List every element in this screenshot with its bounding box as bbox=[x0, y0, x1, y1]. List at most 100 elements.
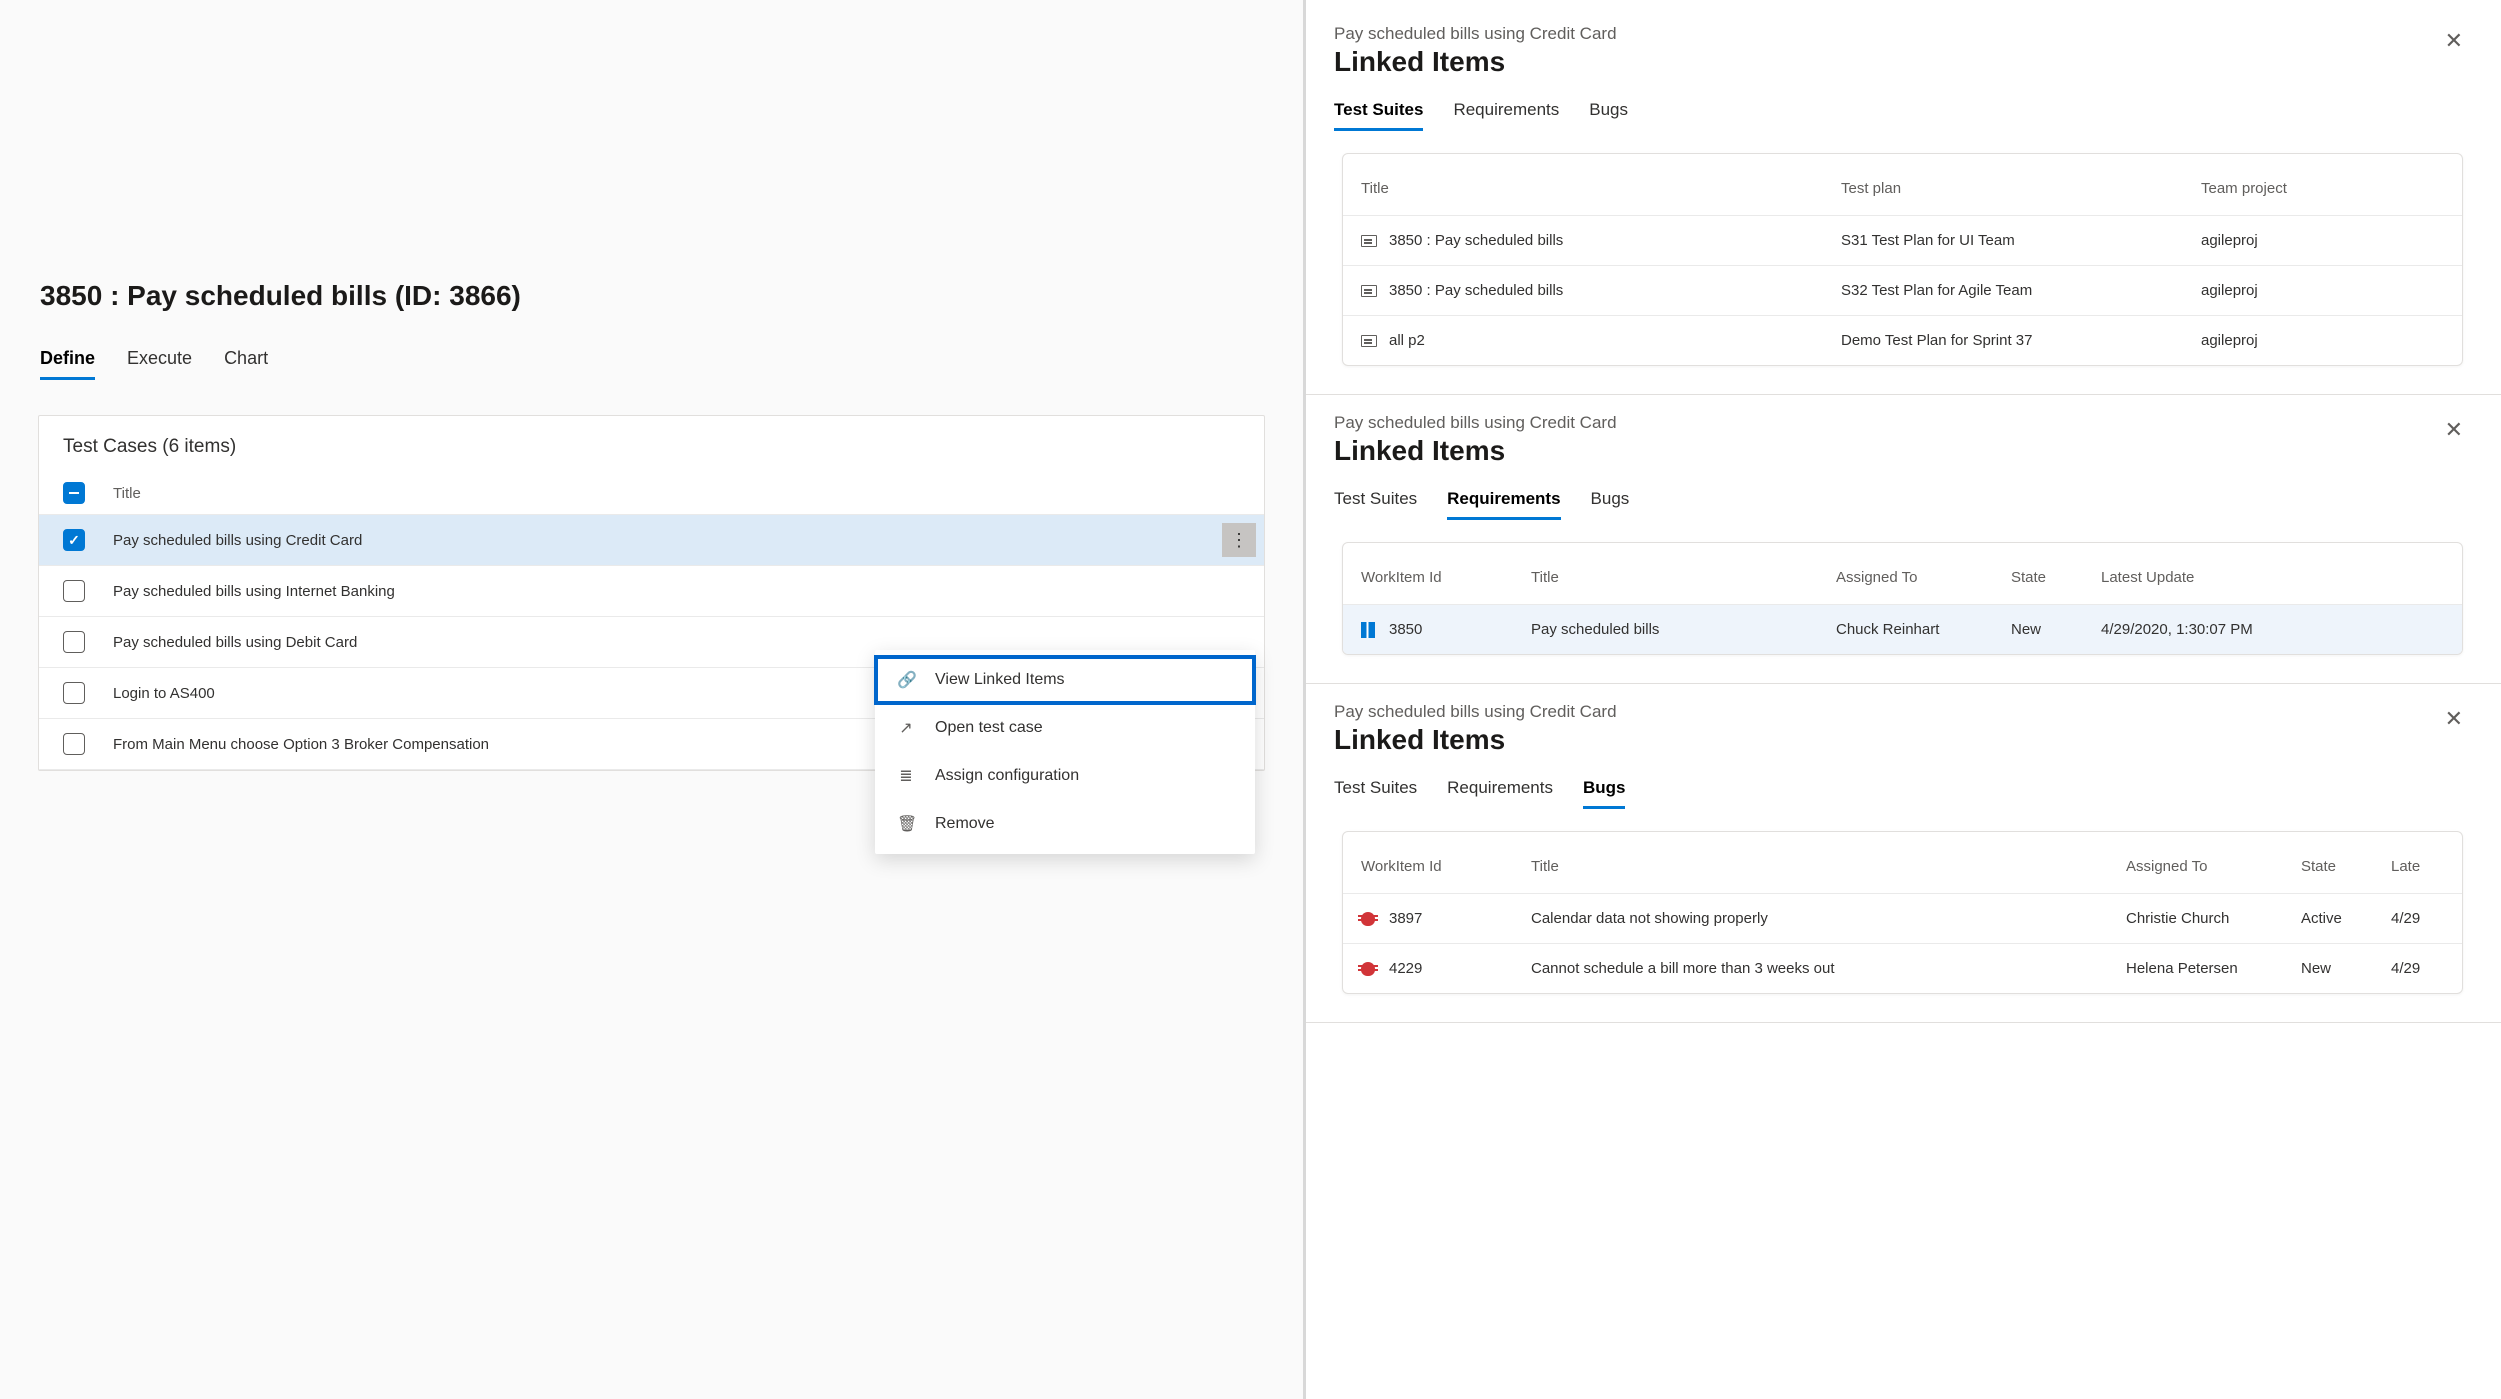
linked-items-panel: Pay scheduled bills using Credit CardLin… bbox=[1306, 6, 2501, 395]
panel-tab-test-suites[interactable]: Test Suites bbox=[1334, 489, 1417, 520]
linked-items-panel: Pay scheduled bills using Credit CardLin… bbox=[1306, 395, 2501, 684]
data-cell: all p2 bbox=[1361, 332, 1841, 349]
tab-define[interactable]: Define bbox=[40, 348, 95, 380]
more-actions-button[interactable]: ⋮ bbox=[1222, 523, 1256, 557]
row-checkbox[interactable] bbox=[63, 631, 85, 653]
panel-subtitle: Pay scheduled bills using Credit Card bbox=[1334, 702, 2463, 722]
data-header-row: WorkItem IdTitleAssigned ToStateLate bbox=[1343, 832, 2462, 893]
panel-tab-requirements[interactable]: Requirements bbox=[1447, 778, 1553, 809]
ctx-item-remove[interactable]: 🗑Remove bbox=[875, 800, 1255, 848]
data-cell: 4/29/2020, 1:30:07 PM bbox=[2101, 621, 2444, 638]
column-header[interactable]: WorkItem Id bbox=[1361, 569, 1531, 586]
data-row[interactable]: 3897Calendar data not showing properlyCh… bbox=[1343, 893, 2462, 943]
tab-execute[interactable]: Execute bbox=[127, 348, 192, 380]
ctx-icon: 🔗 bbox=[897, 670, 915, 690]
column-header[interactable]: Team project bbox=[2201, 180, 2444, 197]
data-cell: Pay scheduled bills bbox=[1531, 621, 1836, 638]
panel-heading: Linked Items bbox=[1334, 435, 2463, 467]
context-menu: 🔗 View Linked Items ↗Open test case ≣ Assign… bbox=[875, 650, 1255, 854]
row-checkbox[interactable] bbox=[63, 733, 85, 755]
column-header[interactable]: State bbox=[2011, 569, 2101, 586]
test-case-title: Pay scheduled bills using Credit Card bbox=[113, 532, 1240, 549]
panel-tab-bugs[interactable]: Bugs bbox=[1583, 778, 1626, 809]
data-cell: Calendar data not showing properly bbox=[1531, 910, 2126, 927]
data-card: WorkItem IdTitleAssigned ToStateLatest U… bbox=[1342, 542, 2463, 655]
data-cell: Demo Test Plan for Sprint 37 bbox=[1841, 332, 2201, 349]
panel-tabs: Test Suites Requirements Bugs bbox=[1334, 100, 2463, 131]
data-card: TitleTest planTeam project 3850 : Pay sch… bbox=[1342, 153, 2463, 366]
panel-tab-requirements[interactable]: Requirements bbox=[1453, 100, 1559, 131]
panel-subtitle: Pay scheduled bills using Credit Card bbox=[1334, 413, 2463, 433]
column-header[interactable]: Latest Update bbox=[2101, 569, 2444, 586]
panel-tab-requirements[interactable]: Requirements bbox=[1447, 489, 1560, 520]
ctx-label: Open test case bbox=[935, 719, 1043, 737]
bug-icon bbox=[1361, 962, 1375, 976]
linked-items-panel: Pay scheduled bills using Credit CardLin… bbox=[1306, 684, 2501, 1023]
test-case-row[interactable]: Pay scheduled bills using Credit Card⋮ bbox=[39, 515, 1264, 566]
data-cell: 4/29 bbox=[2391, 910, 2444, 927]
test-case-title: Pay scheduled bills using Internet Banki… bbox=[113, 583, 1240, 600]
data-header-row: WorkItem IdTitleAssigned ToStateLatest U… bbox=[1343, 543, 2462, 604]
main-tabs: Define Execute Chart bbox=[38, 348, 1265, 381]
data-row[interactable]: all p2Demo Test Plan for Sprint 37agilep… bbox=[1343, 315, 2462, 365]
column-header[interactable]: Title bbox=[1531, 569, 1836, 586]
data-cell: agileproj bbox=[2201, 282, 2444, 299]
data-cell: Active bbox=[2301, 910, 2391, 927]
column-header[interactable]: Assigned To bbox=[2126, 858, 2301, 875]
data-row[interactable]: 3850 : Pay scheduled billsS32 Test Plan … bbox=[1343, 265, 2462, 315]
panel-tab-bugs[interactable]: Bugs bbox=[1589, 100, 1628, 131]
ctx-icon: 🗑 bbox=[897, 814, 915, 834]
data-cell: Chuck Reinhart bbox=[1836, 621, 2011, 638]
test-cases-columns: Title bbox=[39, 472, 1264, 515]
data-cell: Christie Church bbox=[2126, 910, 2301, 927]
panel-heading: Linked Items bbox=[1334, 46, 2463, 78]
column-title[interactable]: Title bbox=[113, 485, 141, 502]
panel-tab-test-suites[interactable]: Test Suites bbox=[1334, 778, 1417, 809]
tab-chart[interactable]: Chart bbox=[224, 348, 268, 380]
panel-subtitle: Pay scheduled bills using Credit Card bbox=[1334, 24, 2463, 44]
data-row[interactable]: 3850 : Pay scheduled billsS31 Test Plan … bbox=[1343, 215, 2462, 265]
data-cell: 4229 bbox=[1361, 960, 1531, 977]
data-cell: 3850 bbox=[1361, 621, 1531, 638]
panel-tab-bugs[interactable]: Bugs bbox=[1591, 489, 1630, 520]
column-header[interactable]: Test plan bbox=[1841, 180, 2201, 197]
ctx-label: Assign configuration bbox=[935, 767, 1079, 785]
column-header[interactable]: State bbox=[2301, 858, 2391, 875]
bug-icon bbox=[1361, 912, 1375, 926]
data-cell: S31 Test Plan for UI Team bbox=[1841, 232, 2201, 249]
data-card: WorkItem IdTitleAssigned ToStateLate3897… bbox=[1342, 831, 2463, 994]
panel-tabs: Test Suites Requirements Bugs bbox=[1334, 778, 2463, 809]
close-icon[interactable]: ✕ bbox=[2445, 28, 2463, 54]
column-header[interactable]: Title bbox=[1361, 180, 1841, 197]
column-header[interactable]: Late bbox=[2391, 858, 2444, 875]
ctx-icon: ≣ bbox=[897, 766, 915, 786]
ctx-item-view-linked-items[interactable]: 🔗 View Linked Items bbox=[875, 656, 1255, 704]
row-checkbox[interactable] bbox=[63, 580, 85, 602]
data-row[interactable]: 3850Pay scheduled billsChuck ReinhartNew… bbox=[1343, 604, 2462, 654]
ctx-label: View Linked Items bbox=[935, 671, 1065, 689]
data-cell: Helena Petersen bbox=[2126, 960, 2301, 977]
data-row[interactable]: 4229Cannot schedule a bill more than 3 w… bbox=[1343, 943, 2462, 993]
panel-tabs: Test Suites Requirements Bugs bbox=[1334, 489, 2463, 520]
vertical-dots-icon: ⋮ bbox=[1230, 531, 1248, 549]
column-header[interactable]: Title bbox=[1531, 858, 2126, 875]
test-case-title: Pay scheduled bills using Debit Card bbox=[113, 634, 1240, 651]
close-icon[interactable]: ✕ bbox=[2445, 417, 2463, 443]
data-cell: agileproj bbox=[2201, 332, 2444, 349]
row-checkbox[interactable] bbox=[63, 682, 85, 704]
data-cell: 3850 : Pay scheduled bills bbox=[1361, 232, 1841, 249]
row-checkbox[interactable] bbox=[63, 529, 85, 551]
suite-icon bbox=[1361, 285, 1377, 297]
data-cell: 4/29 bbox=[2391, 960, 2444, 977]
column-header[interactable]: Assigned To bbox=[1836, 569, 2011, 586]
select-all-checkbox[interactable] bbox=[63, 482, 85, 504]
column-header[interactable]: WorkItem Id bbox=[1361, 858, 1531, 875]
data-cell: New bbox=[2011, 621, 2101, 638]
panel-heading: Linked Items bbox=[1334, 724, 2463, 756]
panel-tab-test-suites[interactable]: Test Suites bbox=[1334, 100, 1423, 131]
story-icon bbox=[1361, 622, 1375, 638]
ctx-item-open-test-case[interactable]: ↗Open test case bbox=[875, 704, 1255, 752]
ctx-item-assign-configuration[interactable]: ≣ Assign configuration bbox=[875, 752, 1255, 800]
test-case-row[interactable]: Pay scheduled bills using Internet Banki… bbox=[39, 566, 1264, 617]
close-icon[interactable]: ✕ bbox=[2445, 706, 2463, 732]
